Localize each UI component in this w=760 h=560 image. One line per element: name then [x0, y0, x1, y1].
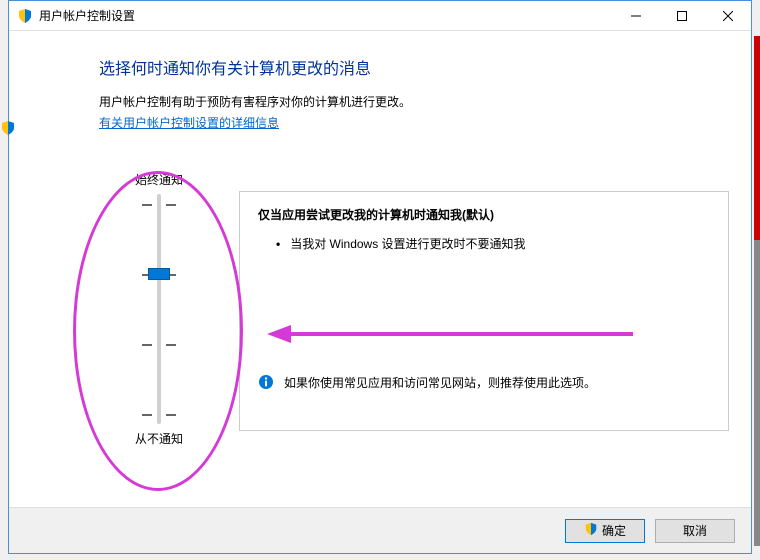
background-edge — [754, 36, 760, 546]
shield-icon — [0, 120, 16, 139]
description-bullet: 当我对 Windows 设置进行更改时不要通知我 — [276, 235, 710, 254]
description-note-text: 如果你使用常见应用和访问常见网站，则推荐使用此选项。 — [284, 374, 596, 393]
shield-icon — [17, 8, 33, 24]
ok-button[interactable]: 确定 — [565, 519, 645, 543]
slider-tick — [142, 414, 176, 416]
minimize-button[interactable] — [613, 1, 659, 31]
button-bar: 确定 取消 — [9, 507, 751, 553]
description-panel: 仅当应用尝试更改我的计算机时通知我(默认) 当我对 Windows 设置进行更改… — [239, 191, 729, 431]
shield-icon — [584, 522, 598, 539]
cancel-button-label: 取消 — [683, 522, 707, 539]
slider-label-always: 始终通知 — [109, 171, 209, 188]
page-subtext: 用户帐户控制有助于预防有害程序对你的计算机进行更改。 — [99, 93, 691, 110]
cancel-button[interactable]: 取消 — [655, 519, 735, 543]
page-heading: 选择何时通知你有关计算机更改的消息 — [99, 55, 691, 79]
description-title: 仅当应用尝试更改我的计算机时通知我(默认) — [258, 206, 710, 223]
ok-button-label: 确定 — [602, 522, 626, 539]
close-button[interactable] — [705, 1, 751, 31]
info-icon — [258, 374, 274, 396]
titlebar: 用户帐户控制设置 — [9, 1, 751, 31]
slider-thumb[interactable] — [148, 268, 170, 280]
slider-tick — [142, 344, 176, 346]
uac-slider[interactable] — [129, 194, 189, 424]
description-bullet-text: 当我对 Windows 设置进行更改时不要通知我 — [290, 235, 525, 254]
learn-more-link[interactable]: 有关用户帐户控制设置的详细信息 — [99, 114, 279, 131]
content-area: 选择何时通知你有关计算机更改的消息 用户帐户控制有助于预防有害程序对你的计算机进… — [9, 31, 751, 507]
uac-slider-area: 始终通知 从不通知 — [109, 171, 209, 471]
slider-label-never: 从不通知 — [109, 430, 209, 447]
slider-track — [157, 194, 161, 424]
uac-window: 用户帐户控制设置 选择何时通知你有关计算机更改的消息 用户帐户控制有助于预防有害… — [8, 0, 752, 554]
slider-tick — [142, 204, 176, 206]
description-note: 如果你使用常见应用和访问常见网站，则推荐使用此选项。 — [258, 374, 710, 396]
window-controls — [613, 1, 751, 31]
window-title: 用户帐户控制设置 — [39, 7, 613, 24]
maximize-button[interactable] — [659, 1, 705, 31]
